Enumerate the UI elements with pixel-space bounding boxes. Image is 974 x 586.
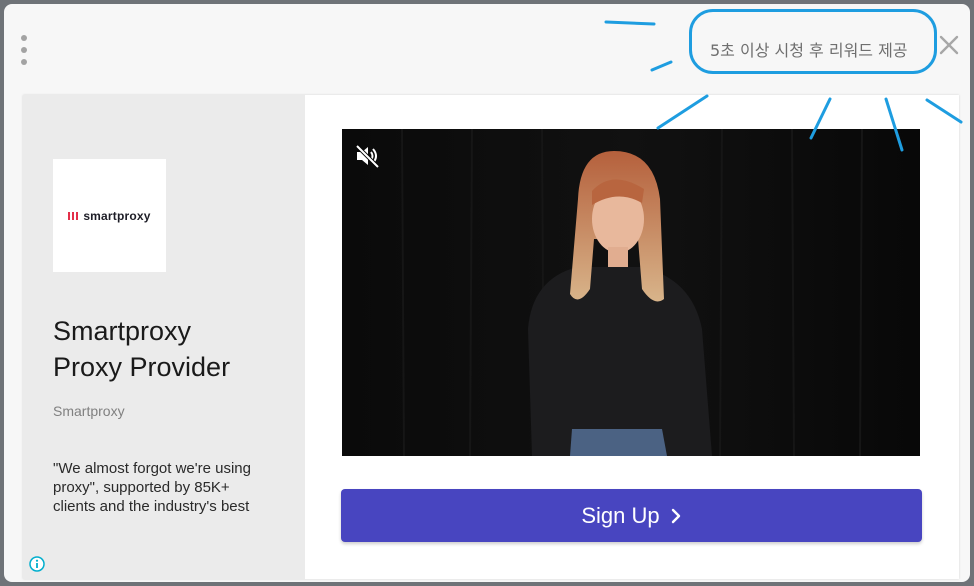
info-icon[interactable] <box>29 556 45 572</box>
muted-speaker-icon[interactable] <box>354 143 382 169</box>
video-frame-person <box>342 129 920 456</box>
kebab-menu-icon[interactable] <box>19 35 29 65</box>
ad-description: "We almost forgot we're using proxy", su… <box>53 460 251 515</box>
ad-overlay-window: smartproxy Smartproxy Proxy Provider Sma… <box>4 4 970 582</box>
advertiser-logo[interactable]: smartproxy <box>53 159 166 272</box>
sign-up-button[interactable]: Sign Up <box>341 489 922 542</box>
chevron-right-icon <box>671 508 680 523</box>
annotation-highlight-ring <box>689 9 937 74</box>
logo-text: smartproxy <box>83 208 151 223</box>
close-icon[interactable] <box>936 32 962 58</box>
ad-title[interactable]: Smartproxy Proxy Provider <box>53 313 293 385</box>
smartproxy-logo-icon <box>68 211 79 220</box>
ad-info-pane: smartproxy Smartproxy Proxy Provider Sma… <box>23 95 305 579</box>
ad-title-line2: Proxy Provider <box>53 352 231 382</box>
advertiser-name: Smartproxy <box>53 403 125 419</box>
ad-card: smartproxy Smartproxy Proxy Provider Sma… <box>23 95 959 579</box>
video-player[interactable] <box>342 129 920 456</box>
sign-up-label: Sign Up <box>581 502 660 528</box>
ad-title-line1: Smartproxy <box>53 316 192 346</box>
